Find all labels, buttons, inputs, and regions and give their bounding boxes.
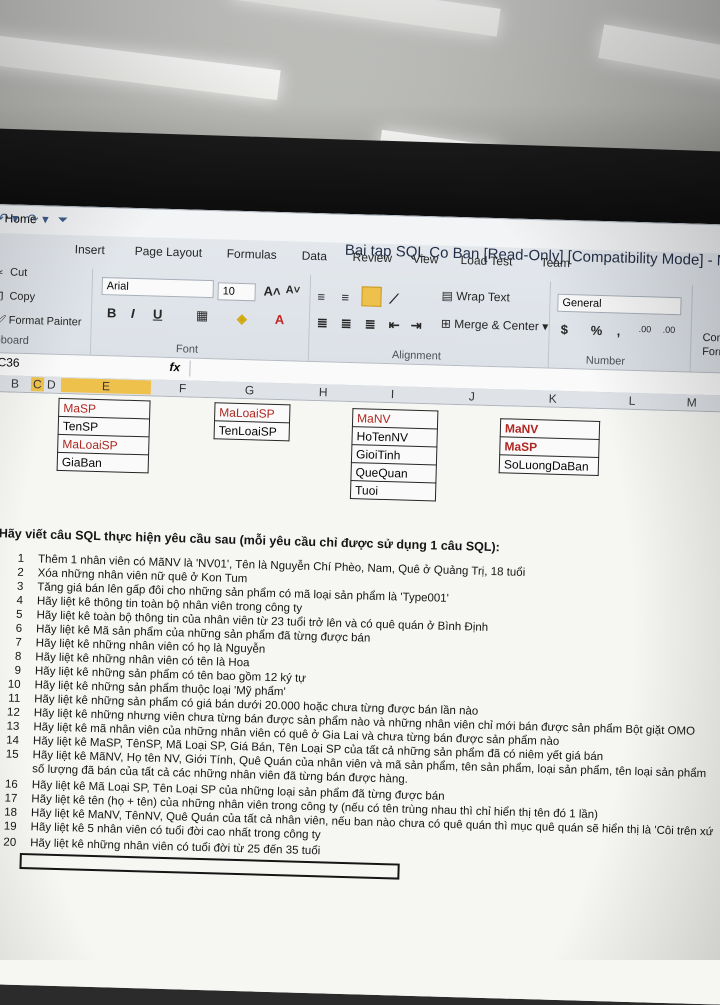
decrease-decimal-icon[interactable]: .00 [663,325,676,335]
align-center-icon[interactable]: ≣ [341,316,352,332]
tab-insert[interactable]: Insert [75,242,105,257]
italic-button[interactable]: I [131,306,135,321]
ceiling-light [229,0,501,37]
number-format-select[interactable]: General [557,293,682,316]
wrap-text-button[interactable]: ▤ Wrap Text [441,289,510,305]
column-header[interactable]: C [30,377,44,392]
tab-team[interactable]: Team [540,255,570,270]
column-header[interactable]: E [60,377,152,395]
align-left-icon[interactable]: ≣ [317,315,328,331]
merge-center-button[interactable]: ⊞ Merge & Center ▾ [441,317,549,334]
decrease-indent-icon[interactable]: ⇤ [389,317,400,333]
align-middle-icon[interactable]: ≡ [341,290,349,305]
conditional-format-label-1[interactable]: Cond [702,332,720,345]
column-header[interactable]: B [11,377,19,391]
format-painter-icon[interactable]: 🖌 [0,314,7,327]
font-name-select[interactable]: Arial [101,277,214,299]
underline-button[interactable]: U [153,306,163,321]
copy-icon[interactable]: ❐ [0,290,3,303]
column-header[interactable]: H [319,385,328,399]
borders-icon[interactable]: ▦ [196,308,209,324]
table-cell[interactable]: TenLoaiSP [214,420,290,441]
align-bottom-icon[interactable] [361,286,382,307]
alignment-group-label: Alignment [391,349,442,363]
cut-button[interactable]: Cut [10,266,27,278]
nhanvien-table: MaNV HoTenNV GioiTinh QueQuan Tuoi [350,408,439,501]
undo-icon[interactable]: ↶ ▾ [0,210,19,227]
increase-decimal-icon[interactable]: .00 [639,324,652,334]
loaisp-table: MaLoaiSP TenLoaiSP [214,402,291,441]
table-cell[interactable]: SoLuongDaBan [499,454,599,476]
fx-icon[interactable]: fx [169,360,180,374]
column-header[interactable]: D [47,378,56,392]
table-cell[interactable]: HoTenNV [351,426,438,447]
column-header[interactable]: I [391,387,395,401]
table-cell[interactable]: GioiTinh [351,444,437,465]
orientation-icon[interactable]: ⟋ [389,291,399,307]
currency-icon[interactable]: $ [561,322,569,337]
column-header[interactable]: G [245,383,255,397]
table-cell[interactable]: QueQuan [350,462,437,483]
tab-formulas[interactable]: Formulas [227,247,277,262]
copy-button[interactable]: Copy [9,290,35,303]
table-cell[interactable]: MaLoaiSP [214,402,291,423]
clipboard-group-label: ipboard [0,334,30,348]
ceiling-light [0,33,281,101]
column-header[interactable]: M [687,395,697,409]
comma-icon[interactable]: , [616,323,620,338]
column-header[interactable]: J [469,389,475,403]
tab-load-test[interactable]: Load Test [460,253,512,268]
percent-icon[interactable]: % [590,323,602,338]
conditional-format-label-2[interactable]: Forma [702,346,720,359]
align-top-icon[interactable]: ≡ [317,289,325,304]
table-cell[interactable]: Tuoi [350,480,436,501]
name-box[interactable]: C36 [0,355,20,370]
align-right-icon[interactable]: ≣ [365,316,376,332]
banhang-table: MaNV MaSP SoLuongDaBan [499,418,600,476]
table-cell[interactable]: GiaBan [57,452,149,473]
tab-view[interactable]: View [412,252,438,267]
table-cell[interactable]: MaNV [352,408,438,429]
tab-review[interactable]: Review [352,250,392,265]
customize-toolbar-icon[interactable]: ⏷ [57,212,68,228]
font-color-icon[interactable]: A [275,312,285,327]
column-header[interactable]: F [179,381,187,395]
sanpham-table: MaSP TenSP MaLoaiSP GiaBan [57,398,151,474]
font-group-label: Font [175,343,199,356]
excel-window: ↶ ▾ ↷ ▾ ⏷ Bai tap SQL Co Ban [Read-Only]… [0,204,720,1005]
fill-color-icon[interactable]: ◈ [237,311,247,327]
shrink-font-icon[interactable]: A˅ [286,284,301,296]
font-size-select[interactable]: 10 [217,282,256,302]
increase-indent-icon[interactable]: ⇥ [411,318,422,334]
grow-font-icon[interactable]: A˄ [263,284,280,299]
bold-button[interactable]: B [107,305,117,320]
redo-icon[interactable]: ↷ ▾ [27,211,48,228]
cut-icon[interactable]: ✂ [0,266,3,279]
tab-data[interactable]: Data [301,249,327,264]
number-group-label: Number [585,354,626,368]
ceiling-light [598,24,720,86]
column-header[interactable]: L [629,394,636,408]
format-painter-button[interactable]: Format Painter [9,314,82,328]
column-header[interactable]: K [549,392,557,406]
tab-page-layout[interactable]: Page Layout [135,244,203,260]
